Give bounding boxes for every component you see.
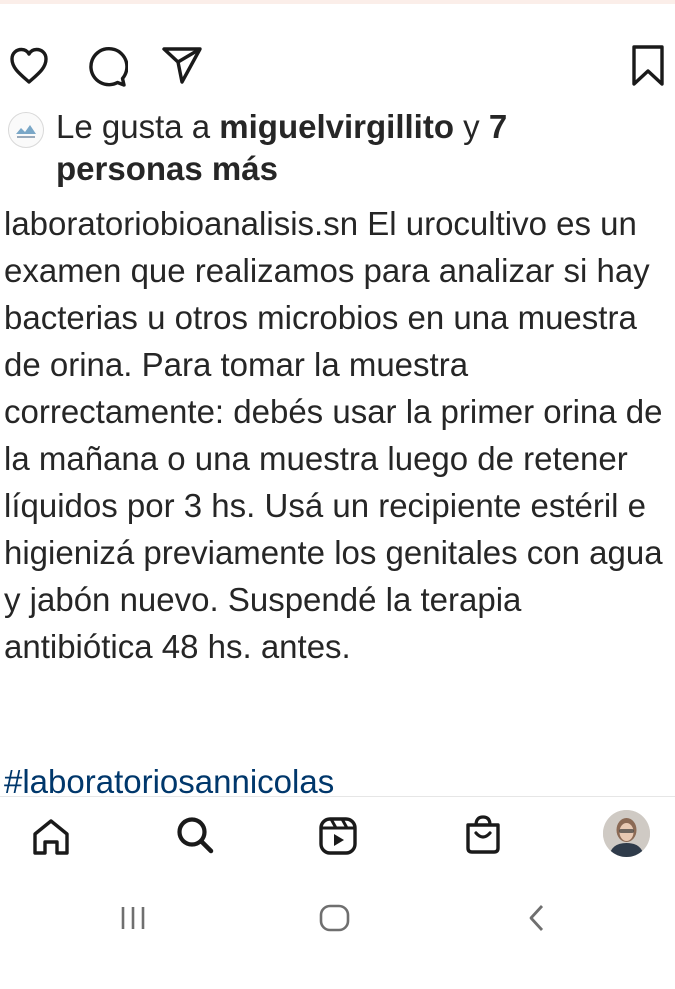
reels-icon[interactable] bbox=[317, 815, 359, 857]
liker-username[interactable]: miguelvirgillito bbox=[219, 108, 454, 145]
nav-divider bbox=[0, 796, 675, 797]
share-icon[interactable] bbox=[160, 44, 204, 88]
back-icon[interactable] bbox=[526, 903, 548, 933]
comment-icon[interactable] bbox=[84, 44, 128, 88]
likes-text: Le gusta a miguelvirgillito y 7 personas… bbox=[56, 106, 656, 190]
likes-middle: y bbox=[454, 108, 489, 145]
top-edge bbox=[0, 0, 675, 4]
system-nav-bar bbox=[0, 874, 675, 989]
home-icon[interactable] bbox=[30, 816, 72, 858]
bookmark-icon[interactable] bbox=[630, 44, 666, 88]
heart-icon[interactable] bbox=[8, 46, 50, 86]
liker-avatar[interactable] bbox=[8, 112, 44, 148]
search-icon[interactable] bbox=[174, 814, 216, 856]
post-actions bbox=[0, 36, 675, 96]
home-circle-icon[interactable] bbox=[318, 903, 352, 933]
bottom-nav bbox=[0, 798, 675, 874]
recent-apps-icon[interactable] bbox=[118, 904, 148, 932]
caption-text: El urocultivo es un examen que realizamo… bbox=[4, 205, 672, 665]
post-caption: laboratoriobioanalisis.sn El urocultivo … bbox=[4, 200, 672, 670]
profile-avatar[interactable] bbox=[603, 810, 650, 857]
caption-username[interactable]: laboratoriobioanalisis.sn bbox=[4, 205, 358, 242]
shop-icon[interactable] bbox=[462, 814, 504, 856]
likes-prefix: Le gusta a bbox=[56, 108, 220, 145]
